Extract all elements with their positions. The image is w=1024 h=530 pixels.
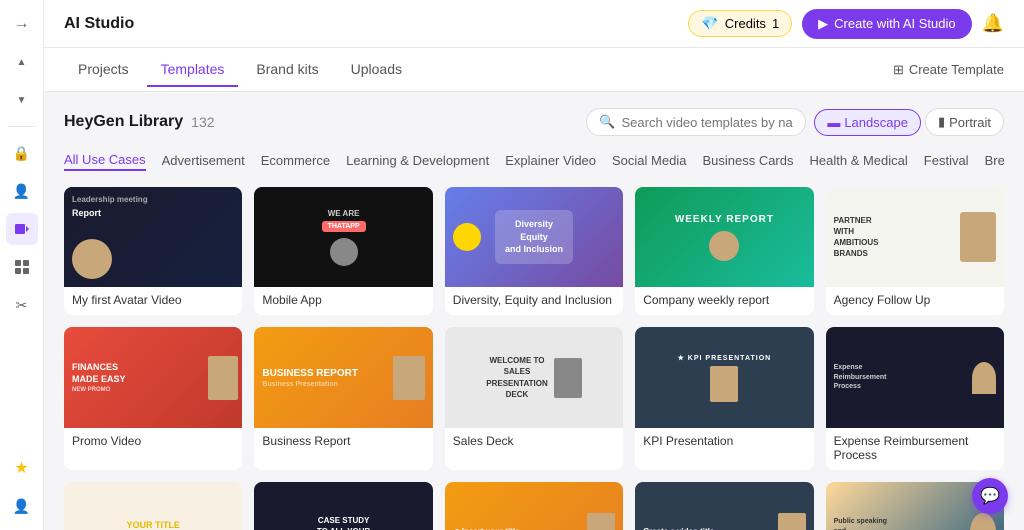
filter-explainer[interactable]: Explainer Video [505,151,596,170]
credits-button[interactable]: 💎 Credits 1 [688,10,792,37]
tab-uploads[interactable]: Uploads [337,53,416,87]
landscape-icon: ▬ [827,115,840,130]
template-card-13[interactable]: ↗ Insert your title [445,482,623,530]
credits-label: Credits [725,16,766,31]
filter-ecommerce[interactable]: Ecommerce [261,151,330,170]
template-name-6: Promo Video [64,428,242,456]
sidebar-icon-lock[interactable]: 🔒 [6,137,38,169]
tab-projects[interactable]: Projects [64,53,143,87]
content-area: HeyGen Library 132 🔍 ▬ Landscape ▮ Portr… [44,92,1024,530]
template-name-8: Sales Deck [445,428,623,456]
template-card-14[interactable]: Create a video title [635,482,813,530]
filter-festival[interactable]: Festival [924,151,969,170]
search-box[interactable]: 🔍 [586,108,806,136]
filter-learning[interactable]: Learning & Development [346,151,489,170]
template-name-2: Mobile App [254,287,432,315]
template-card-8[interactable]: WELCOME TOSALESPRESENTATIONDECK Sales De… [445,327,623,469]
library-title: HeyGen Library [64,113,183,131]
template-card-3[interactable]: DiversityEquityand Inclusion Diversity, … [445,187,623,315]
sidebar-icon-grid[interactable] [6,251,38,283]
topbar-right: 💎 Credits 1 ▶ Create with AI Studio 🔔 [688,9,1004,39]
landscape-label: Landscape [844,115,908,130]
template-name-3: Diversity, Equity and Inclusion [445,287,623,315]
main-area: AI Studio 💎 Credits 1 ▶ Create with AI S… [44,0,1024,530]
create-template-icon: ⊞ [893,62,904,78]
create-ai-button[interactable]: ▶ Create with AI Studio [802,9,971,39]
chat-button[interactable]: 💬 [972,478,1008,514]
template-card-11[interactable]: YOUR TITLEGOES HERE [64,482,242,530]
create-template-button[interactable]: ⊞ Create Template [893,62,1004,78]
create-ai-icon: ▶ [818,16,828,32]
filter-all[interactable]: All Use Cases [64,150,146,171]
template-name-10: Expense Reimbursement Process [826,428,1004,470]
app-title: AI Studio [64,15,134,33]
template-name-5: Agency Follow Up [826,287,1004,315]
search-input[interactable] [622,115,794,130]
filter-news[interactable]: Breaking News [985,151,1004,170]
template-name-9: KPI Presentation [635,428,813,456]
nav-right: ⊞ Create Template [893,62,1004,78]
sidebar-icon-person[interactable]: 👤 [6,175,38,207]
sidebar-icon-chevron-down[interactable]: ▼ [6,84,38,116]
landscape-toggle[interactable]: ▬ Landscape [814,109,921,136]
portrait-label: Portrait [949,115,991,130]
tab-brand-kits[interactable]: Brand kits [242,53,332,87]
template-card-9[interactable]: ★ KPI PRESENTATION KPI Presentation [635,327,813,469]
filter-advertisement[interactable]: Advertisement [162,151,245,170]
tab-templates[interactable]: Templates [147,53,239,87]
create-ai-label: Create with AI Studio [834,16,955,31]
template-name-4: Company weekly report [635,287,813,315]
portrait-icon: ▮ [938,114,945,130]
sidebar-icon-video[interactable] [6,213,38,245]
template-name-1: My first Avatar Video [64,287,242,315]
library-count: 132 [191,114,214,130]
template-card-5[interactable]: PARTNERWITHAMBITIOUSBRANDS Agency Follow… [826,187,1004,315]
sidebar-icon-chevron-up[interactable]: ▲ [6,46,38,78]
sidebar: → ▲ ▼ 🔒 👤 ✂ ★ 👤 [0,0,44,530]
credits-count: 1 [772,16,779,31]
template-card-1[interactable]: Leadership meeting Report My first Avata… [64,187,242,315]
filter-social[interactable]: Social Media [612,151,686,170]
template-card-4[interactable]: WEEKLY REPORT Company weekly report [635,187,813,315]
search-icon: 🔍 [599,114,615,130]
sidebar-icon-arrow[interactable]: → [6,8,38,40]
sidebar-icon-user[interactable]: 👤 [6,490,38,522]
filter-business-cards[interactable]: Business Cards [702,151,793,170]
nav-tabs: Projects Templates Brand kits Uploads ⊞ … [44,48,1024,92]
filter-row: All Use Cases Advertisement Ecommerce Le… [64,150,1004,171]
template-card-6[interactable]: FINANCESMADE EASY NEW PROMO Promo Video [64,327,242,469]
template-card-7[interactable]: BUSINESS REPORT Business Presentation Bu… [254,327,432,469]
topbar: AI Studio 💎 Credits 1 ▶ Create with AI S… [44,0,1024,48]
template-card-12[interactable]: CASE STUDYTO ALL YOURAUDIENCES [254,482,432,530]
template-card-2[interactable]: WE ARE THATAPP Mobile App [254,187,432,315]
header-right: 🔍 ▬ Landscape ▮ Portrait [586,108,1004,136]
notification-button[interactable]: 🔔 [982,13,1004,34]
credits-icon: 💎 [701,15,718,32]
sidebar-icon-scissors[interactable]: ✂ [6,289,38,321]
view-toggle: ▬ Landscape ▮ Portrait [814,108,1004,136]
portrait-toggle[interactable]: ▮ Portrait [925,108,1004,136]
template-name-7: Business Report [254,428,432,456]
filter-health[interactable]: Health & Medical [810,151,908,170]
library-header: HeyGen Library 132 🔍 ▬ Landscape ▮ Portr… [64,108,1004,136]
template-grid: Leadership meeting Report My first Avata… [64,187,1004,530]
template-card-10[interactable]: ExpenseReimbursementProcess Expense Reim… [826,327,1004,469]
create-template-label: Create Template [909,62,1004,77]
sidebar-icon-star[interactable]: ★ [6,452,38,484]
